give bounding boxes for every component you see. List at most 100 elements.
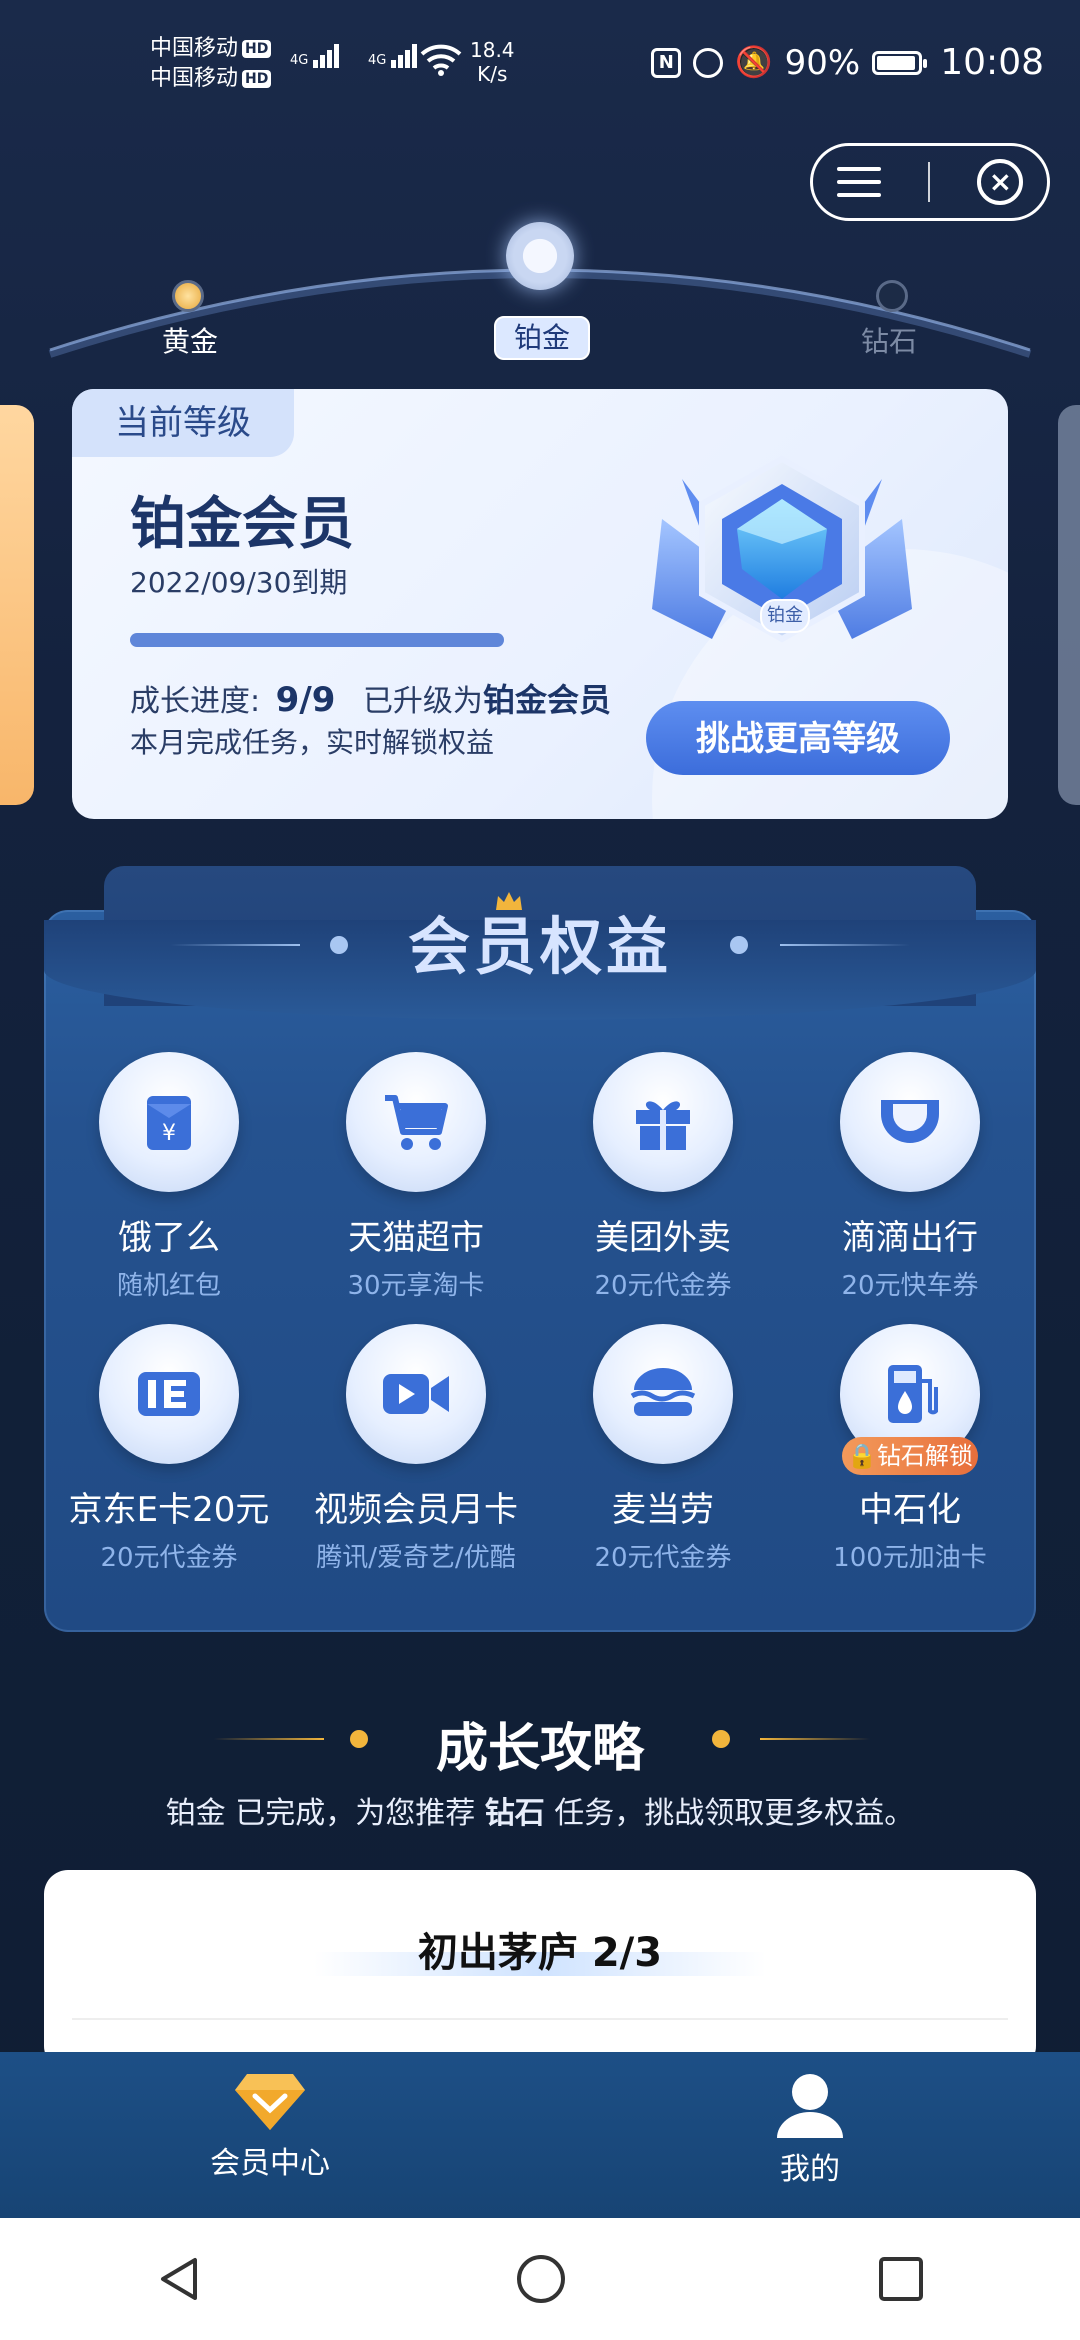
platinum-badge-icon [652,455,912,643]
title-dot-right [730,936,748,954]
close-icon[interactable]: × [977,159,1024,205]
speed-unit: K/s [477,62,508,86]
challenge-higher-level-button[interactable]: 挑战更高等级 [646,701,950,775]
net-type-2: 4G [368,53,387,68]
home-icon[interactable] [515,2253,567,2305]
alarm-icon [693,47,724,78]
growth-progress-text: 成长进度: 9/9 已升级为铂金会员 [130,675,611,721]
prev-level-card[interactable] [0,405,34,805]
video-icon [346,1324,486,1464]
benefit-jd-ecard[interactable]: 京东E卡20元 20元代金券 [54,1324,284,1574]
red-envelope-icon: ¥ [99,1052,239,1192]
level-node-diamond[interactable] [876,280,908,312]
task-card-divider [72,2018,1008,2020]
next-level-card[interactable] [1058,405,1080,805]
hd-badge-1: HD [242,40,272,58]
task-card: 初出茅庐 2/3 [44,1870,1036,2070]
hd-badge-2: HD [242,70,272,88]
cart-icon [346,1052,486,1192]
level-label-platinum[interactable]: 铂金 [494,316,590,360]
user-icon [777,2074,843,2138]
benefit-desc: 20元代金券 [594,1543,732,1573]
benefit-eleme[interactable]: ¥ 饿了么 随机红包 [54,1052,284,1302]
benefit-desc: 随机红包 [116,1271,221,1301]
current-level-tag: 当前等级 [72,389,294,457]
status-right: N 🔕 90% 10:08 [651,42,1044,83]
upgraded-level: 铂金会员 [482,681,611,719]
growth-strategy-title: 成长攻略 [435,1719,644,1779]
lock-badge-label: 钻石解锁 [876,1442,973,1470]
menu-icon[interactable] [836,167,881,197]
capsule-separator [927,162,930,202]
benefit-name: 视频会员月卡 [314,1490,518,1530]
benefit-video-vip[interactable]: 视频会员月卡 腾讯/爱奇艺/优酷 [301,1324,531,1574]
benefit-desc: 20元快车券 [841,1271,979,1301]
level-label-gold[interactable]: 黄金 [150,320,230,360]
status-carriers: 中国移动 HD 中国移动 HD [150,34,272,94]
signal-icon-1: 4G [290,44,341,68]
growth-value: 9/9 [275,680,336,720]
benefit-desc: 30元享淘卡 [347,1271,485,1301]
diamond-icon [235,2074,305,2130]
level-label-diamond[interactable]: 钻石 [849,320,929,360]
benefit-name: 麦当劳 [612,1490,714,1530]
sub-level: 钻石 [484,1796,545,1831]
burger-icon [593,1324,733,1464]
benefit-name: 美团外卖 [595,1218,731,1258]
battery-percent: 90% [784,42,861,83]
level-node-gold[interactable] [172,280,204,312]
benefits-title: 会员权益 [407,910,672,983]
nav-label: 会员中心 [210,2146,330,2181]
benefit-tmall[interactable]: 天猫超市 30元享淘卡 [301,1052,531,1302]
benefit-name: 天猫超市 [348,1218,484,1258]
current-level-card: 当前等级 铂金会员 2022/09/30到期 成长进度: 9/9 已升级为铂金会… [72,389,1008,819]
gift-icon [593,1052,733,1192]
growth-progress-bar [130,633,504,647]
mini-program-capsule: × [810,143,1050,221]
diamond-unlock-badge: 🔒钻石解锁 [842,1437,978,1475]
benefit-desc: 腾讯/爱奇艺/优酷 [316,1543,516,1573]
benefit-name: 京东E卡20元 [68,1490,270,1530]
growth-label: 成长进度: [130,684,261,719]
svg-text:¥: ¥ [162,1121,176,1146]
benefit-desc: 20元代金券 [594,1271,732,1301]
task-card-title: 初出茅庐 2/3 [417,1930,663,1976]
title-ornament-right [780,944,910,946]
nav-member-center[interactable]: 会员中心 [120,2070,420,2182]
sub-suffix: 任务，挑战领取更多权益。 [544,1796,915,1831]
recents-icon[interactable] [877,2255,925,2303]
upgraded-prefix: 已升级为 [362,684,483,719]
sub-prefix: 铂金 已完成，为您推荐 [165,1796,485,1831]
speed-value: 18.4 [470,38,515,62]
benefit-name: 中石化 [859,1490,961,1530]
carrier-2: 中国移动 [150,66,239,91]
signal-icon-2: 4G [368,44,419,68]
ecard-icon [99,1324,239,1464]
benefit-name: 饿了么 [118,1218,220,1258]
title-ornament-left [170,944,300,946]
benefit-didi[interactable]: 滴滴出行 20元快车券 [795,1052,1025,1302]
mute-bell-icon: 🔕 [735,45,773,80]
benefit-mcdonalds[interactable]: 麦当劳 20元代金券 [548,1324,778,1574]
system-nav-bar [0,2218,1080,2340]
benefit-desc: 100元加油卡 [833,1543,987,1573]
monthly-note: 本月完成任务，实时解锁权益 [130,726,495,759]
benefit-meituan[interactable]: 美团外卖 20元代金券 [548,1052,778,1302]
back-icon[interactable] [155,2254,205,2304]
strategy-dot-right [712,1730,730,1748]
lock-icon: 🔒 [847,1442,877,1470]
nfc-icon: N [651,47,682,78]
growth-strategy-subtitle: 铂金 已完成，为您推荐 钻石 任务，挑战领取更多权益。 [0,1788,1080,1832]
expiry-date: 2022/09/30到期 [130,566,348,599]
title-dot-left [330,936,348,954]
didi-icon [840,1052,980,1192]
carrier-1: 中国移动 [150,36,239,61]
net-type-1: 4G [290,53,309,68]
benefit-desc: 20元代金券 [100,1543,238,1573]
benefit-name: 滴滴出行 [842,1218,978,1258]
level-node-platinum[interactable] [506,222,574,290]
level-title: 铂金会员 [130,492,354,557]
badge-label: 铂金 [760,599,810,633]
nav-mine[interactable]: 我的 [660,2070,960,2188]
battery-icon [872,50,928,75]
